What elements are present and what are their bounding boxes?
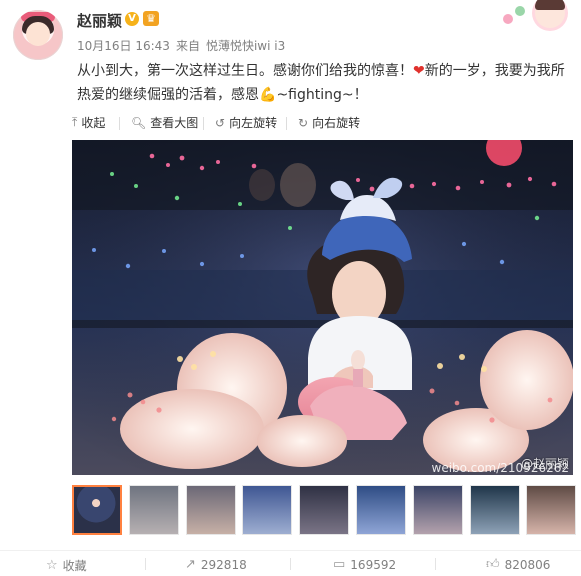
forward-count: 292818: [200, 557, 247, 572]
actions-divider-line: [435, 558, 436, 570]
collapse-label: 收起: [81, 116, 106, 130]
rotate-left-button[interactable]: ↺ 向左旋转: [215, 114, 277, 131]
search-icon: 🔍︎: [131, 115, 147, 130]
thumbs-up-icon: 👍︎: [486, 557, 500, 572]
forward-icon: ↗: [185, 557, 196, 572]
avatar-face: [26, 22, 50, 46]
background-figure: [249, 169, 275, 201]
thumbnail-1[interactable]: [72, 485, 122, 535]
thumbnail-5[interactable]: [299, 485, 349, 535]
forward-button[interactable]: ↗ 292818: [185, 557, 247, 572]
view-large-label: 查看大图: [150, 116, 199, 130]
comment-icon: ▭: [333, 557, 346, 572]
toolbar-divider: [119, 117, 120, 130]
thumbnail-4[interactable]: [242, 485, 292, 535]
post-text-part1: 从小到大，第一次这样过生日。感谢你们给我的惊喜！: [77, 63, 413, 79]
rotate-left-icon: ↺: [215, 115, 226, 130]
thumbnail-9[interactable]: [526, 485, 576, 535]
star-icon: ☆: [46, 558, 58, 573]
arrow-up-icon: ⤒: [72, 115, 78, 129]
flower-icon: [503, 14, 513, 24]
actions-divider: [0, 550, 581, 551]
actions-divider-line: [290, 558, 291, 570]
post-text: 从小到大，第一次这样过生日。感谢你们给我的惊喜！❤新的一岁，我要为我所热爱的继续…: [77, 59, 571, 107]
rotate-right-label: 向右旋转: [312, 116, 361, 130]
toolbar-divider: [203, 117, 204, 130]
avatar[interactable]: [13, 10, 63, 60]
cake-doll-head: [351, 350, 365, 370]
comment-count: 169592: [350, 557, 397, 572]
heart-emoji-icon: ❤: [413, 63, 425, 79]
collapse-button[interactable]: ⤒ 收起: [72, 114, 105, 131]
thumbnail-6[interactable]: [356, 485, 406, 535]
thumbnail-strip: [72, 485, 576, 539]
favorite-label: 收藏: [62, 559, 87, 573]
photo-scene: [72, 140, 573, 475]
view-large-button[interactable]: 🔍︎ 查看大图: [131, 114, 198, 131]
source-prefix: 来自: [175, 39, 200, 53]
thumbnail-2[interactable]: [129, 485, 179, 535]
favorite-button[interactable]: ☆ 收藏: [46, 557, 87, 574]
username[interactable]: 赵丽颖: [77, 10, 122, 31]
rotate-right-button[interactable]: ↻ 向右旋转: [298, 114, 360, 131]
source-link[interactable]: 悦薄悦快iwi i3: [206, 39, 285, 53]
rotate-left-label: 向左旋转: [229, 116, 278, 130]
like-button[interactable]: 👍︎ 820806: [486, 557, 550, 572]
post-actions: ☆ 收藏 ↗ 292818 ▭ 169592 👍︎ 820806: [0, 553, 581, 576]
image-toolbar: ⤒ 收起 🔍︎ 查看大图 ↺ 向左旋转 ↻ 向右旋转: [72, 114, 572, 134]
rotate-right-icon: ↻: [298, 115, 309, 130]
flex-emoji-icon: 💪: [259, 87, 277, 103]
toolbar-divider: [286, 117, 287, 130]
photo-watermark-url: weibo.com/210926262: [431, 461, 569, 475]
thumbnail-3[interactable]: [186, 485, 236, 535]
post-photo[interactable]: @赵丽颖 weibo.com/210926262: [72, 140, 573, 475]
cake-doll-body: [353, 369, 363, 387]
thumbnail-7[interactable]: [413, 485, 463, 535]
decoration-hair-icon: [535, 0, 565, 10]
flower-icon: [515, 6, 525, 16]
member-crown-icon: ♛: [143, 11, 159, 26]
like-count: 820806: [504, 557, 551, 572]
card-decoration: [493, 0, 571, 28]
thumbnail-8[interactable]: [470, 485, 520, 535]
comment-button[interactable]: ▭ 169592: [333, 557, 396, 572]
actions-divider-line: [145, 558, 146, 570]
timestamp-link[interactable]: 10月16日 16:43: [77, 39, 170, 53]
background-figure: [280, 163, 316, 207]
post-text-part3: ~fighting~！: [276, 87, 368, 103]
verified-badge-icon: V: [125, 12, 139, 26]
post-meta: 10月16日 16:43 来自 悦薄悦快iwi i3: [77, 37, 291, 54]
